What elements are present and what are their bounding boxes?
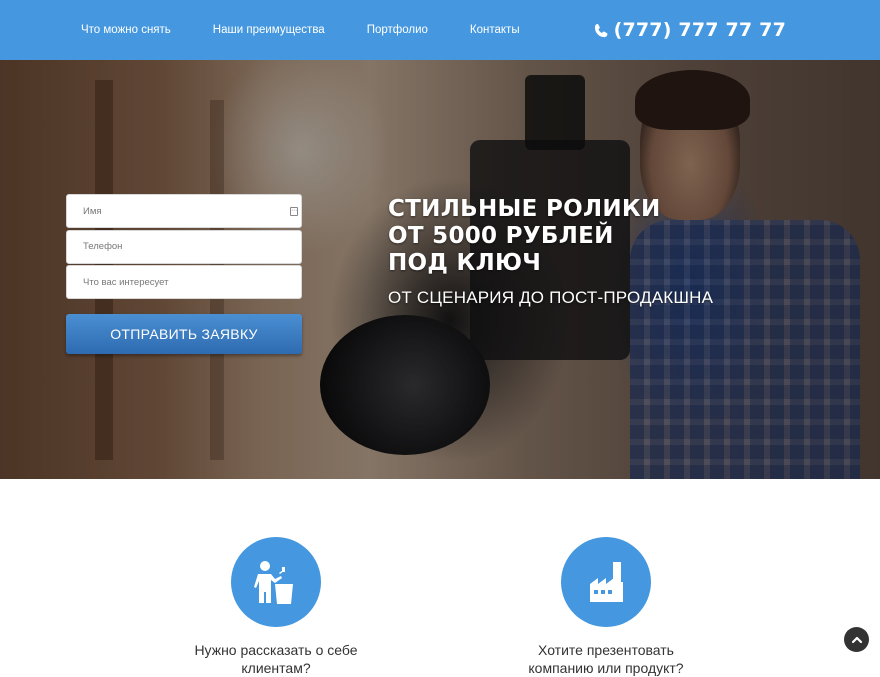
nav-link-advantages[interactable]: Наши преимущества	[213, 24, 325, 36]
chevron-up-icon	[851, 636, 862, 643]
name-field-placeholder: Имя	[83, 205, 102, 217]
top-navigation-bar: Что можно снять Наши преимущества Портфо…	[0, 0, 880, 60]
headline-line-2: ОТ 5000 РУБЛЕЙ	[388, 223, 614, 249]
nav-link-contacts[interactable]: Контакты	[470, 24, 520, 36]
speaker-podium-icon	[254, 561, 293, 604]
submit-request-button[interactable]: ОТПРАВИТЬ ЗАЯВКУ	[66, 313, 302, 354]
phone-number[interactable]: (777) 777 77 77	[594, 0, 786, 60]
headline-line-3: ПОД КЛЮЧ	[388, 250, 542, 276]
phone-icon	[594, 23, 607, 37]
factory-icon	[590, 562, 623, 602]
autofill-icon[interactable]: ⋯	[290, 207, 298, 216]
feature-present-company: Хотите презентовать компанию или продукт…	[506, 537, 706, 677]
hero-headline: СТИЛЬНЫЕ РОЛИКИ ОТ 5000 РУБЛЕЙ ПОД КЛЮЧ	[388, 196, 661, 277]
phone-number-text: (777) 777 77 77	[613, 19, 786, 41]
cameraman-shirt	[630, 220, 860, 479]
headline-line-1: СТИЛЬНЫЕ РОЛИКИ	[388, 196, 661, 222]
camera-lens	[320, 315, 490, 455]
interest-field[interactable]: Что вас интересует	[66, 265, 302, 299]
camera-top-handle	[525, 75, 585, 150]
feature-icon-circle	[231, 537, 321, 627]
main-nav: Что можно снять Наши преимущества Портфо…	[81, 0, 562, 60]
feature-icon-circle	[561, 537, 651, 627]
phone-field[interactable]: Телефон	[66, 229, 302, 264]
interest-field-placeholder: Что вас интересует	[83, 276, 169, 288]
hero-subheadline: ОТ СЦЕНАРИЯ ДО ПОСТ-ПРОДАКШНА	[388, 288, 714, 307]
scroll-to-top-button[interactable]	[844, 627, 869, 652]
phone-field-placeholder: Телефон	[83, 241, 123, 252]
feature-tell-about-yourself: Нужно рассказать о себе клиентам?	[176, 537, 376, 677]
cameraman-hair	[635, 70, 750, 130]
name-field[interactable]: Имя ⋯	[66, 194, 302, 228]
request-form: Имя ⋯ Телефон Что вас интересует ОТПРАВИ…	[66, 194, 302, 354]
nav-link-what-to-film[interactable]: Что можно снять	[81, 24, 171, 36]
feature-text: Нужно рассказать о себе клиентам?	[194, 642, 358, 676]
nav-link-portfolio[interactable]: Портфолио	[367, 24, 428, 36]
feature-text: Хотите презентовать компанию или продукт…	[528, 642, 684, 676]
